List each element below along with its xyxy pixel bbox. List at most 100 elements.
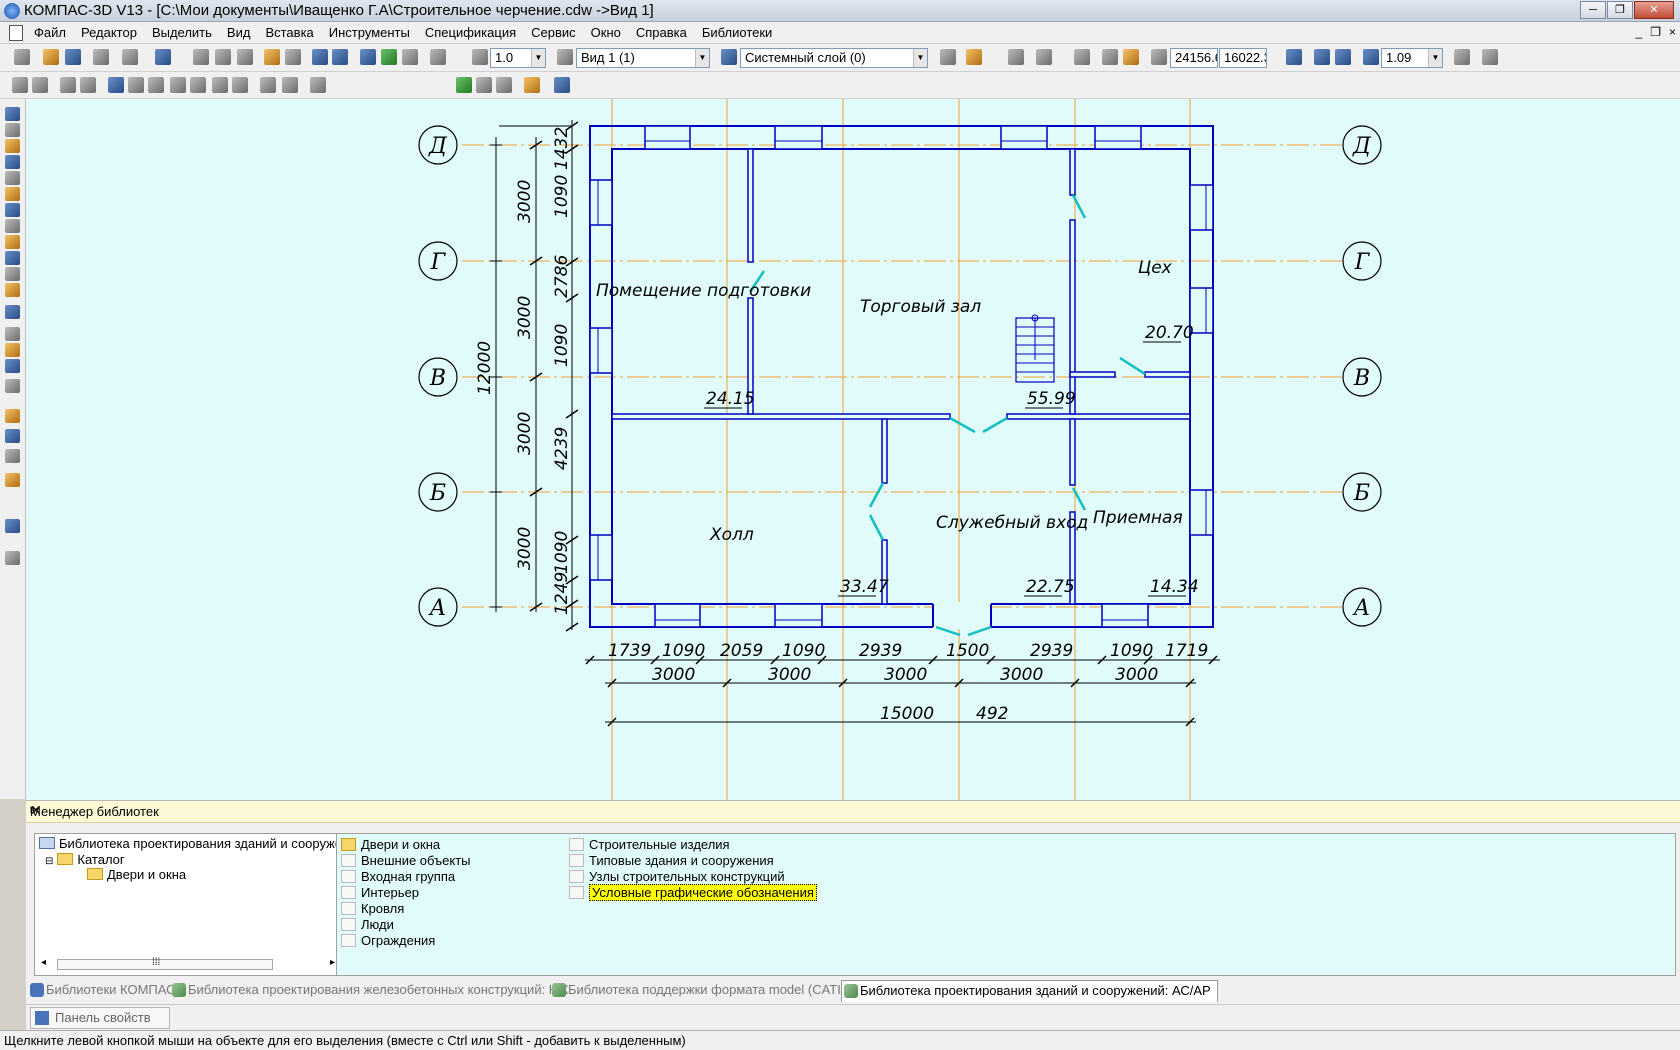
stairs-tool-icon[interactable] <box>5 379 20 393</box>
cut-icon[interactable] <box>193 49 209 65</box>
help-pointer-icon[interactable] <box>430 49 446 65</box>
mdi-minimize-button[interactable]: _ <box>1636 25 1643 39</box>
table-icon[interactable] <box>456 77 472 93</box>
delete-tool-icon[interactable] <box>5 449 20 463</box>
editing-icon[interactable] <box>5 155 20 169</box>
line-scale-select[interactable]: 1.0 ▼ <box>490 48 546 68</box>
drawing-canvas[interactable]: Д Д Г Г В В Б Б А А Помещение подготовки 24.15 Торго… <box>26 99 1680 800</box>
close-panel-icon[interactable]: ✕ <box>30 802 1674 819</box>
view-icon[interactable] <box>557 49 573 65</box>
properties-panel-button[interactable]: Панель свойств <box>30 1007 170 1029</box>
manager-tree-icon[interactable] <box>360 49 376 65</box>
menu-item[interactable]: Спецификация <box>425 25 516 40</box>
measure-icon[interactable] <box>5 187 20 201</box>
close-button[interactable]: ✕ <box>1634 1 1674 19</box>
library-list-item[interactable]: Входная группа <box>339 869 455 884</box>
properties-icon[interactable] <box>285 49 301 65</box>
window-object-icon[interactable] <box>128 77 144 93</box>
zoom-scale-icon[interactable] <box>1363 49 1379 65</box>
menu-item[interactable]: Вид <box>227 25 251 40</box>
paste-icon[interactable] <box>237 49 253 65</box>
spec-icon[interactable] <box>5 219 20 233</box>
axis-grid-icon[interactable] <box>60 77 76 93</box>
dimension-icon[interactable] <box>260 77 276 93</box>
wall-tool-icon[interactable] <box>5 327 20 341</box>
axis-marks-icon[interactable] <box>80 77 96 93</box>
stairs-icon[interactable] <box>170 77 186 93</box>
kompas-app-icon[interactable] <box>4 3 20 19</box>
snap-icon[interactable] <box>940 49 956 65</box>
zoom-in-icon[interactable] <box>1314 49 1330 65</box>
section-icon[interactable] <box>496 77 512 93</box>
library-list-item[interactable]: Узлы строительных конструкций <box>567 869 785 884</box>
library-tab[interactable]: Библиотека проектирования зданий и соору… <box>841 980 1218 1002</box>
column-icon[interactable] <box>212 77 228 93</box>
menu-item[interactable]: Файл <box>34 25 66 40</box>
tree-root-item[interactable]: Библиотека проектирования зданий и соору… <box>39 836 364 851</box>
room-marker-icon[interactable] <box>232 77 248 93</box>
insert-icon[interactable] <box>5 251 20 265</box>
sheet-icon[interactable] <box>524 77 540 93</box>
library-list-item[interactable]: Интерьер <box>339 885 419 900</box>
minimize-button[interactable]: ─ <box>1580 1 1606 19</box>
wall-icon[interactable] <box>108 77 124 93</box>
floor-plan[interactable]: Д Д Г Г В В Б Б А А Помещение подготовки 24.15 Торго… <box>26 99 1680 800</box>
library-list-item[interactable]: Типовые здания и сооружения <box>567 853 774 868</box>
library-list-item[interactable]: Ограждения <box>339 933 435 948</box>
layer-icon[interactable] <box>721 49 737 65</box>
construct-icon[interactable] <box>5 267 20 281</box>
menu-item[interactable]: Справка <box>636 25 687 40</box>
format-brush-icon[interactable] <box>264 49 280 65</box>
copy-icon[interactable] <box>215 49 231 65</box>
axes-icon[interactable] <box>32 77 48 93</box>
library-list-item[interactable]: Люди <box>339 917 394 932</box>
library-list-item[interactable]: Двери и окна <box>339 837 440 852</box>
ortho-icon[interactable] <box>1008 49 1024 65</box>
window-tool-icon[interactable] <box>5 343 20 357</box>
more-tool-icon[interactable] <box>5 473 20 487</box>
library-tab[interactable]: Библиотека поддержки формата model (CATI… <box>550 980 854 1002</box>
reports-icon[interactable] <box>5 235 20 249</box>
door-tool-icon[interactable] <box>5 359 20 373</box>
opening-icon[interactable] <box>190 77 206 93</box>
expand-tool-icon[interactable] <box>5 551 20 565</box>
grid-icon[interactable] <box>1036 49 1052 65</box>
document-icon[interactable] <box>9 25 23 41</box>
magnet-icon[interactable] <box>966 49 982 65</box>
restore-button[interactable]: ❐ <box>1607 1 1633 19</box>
menu-item[interactable]: Библиотеки <box>702 25 772 40</box>
round-icon[interactable] <box>1102 49 1118 65</box>
selection-icon[interactable] <box>5 203 20 217</box>
library-tab[interactable]: Библиотеки КОМПАС <box>28 980 176 1002</box>
new-document-icon[interactable] <box>14 49 30 65</box>
library-list-item[interactable]: Строительные изделия <box>567 837 730 852</box>
zoom-select[interactable]: 1.09 ▼ <box>1381 48 1443 68</box>
tree-horizontal-scrollbar[interactable]: ◂ ⁞⁞⁞ ▸ <box>39 957 337 972</box>
save-icon[interactable] <box>65 49 81 65</box>
cursor-coords-icon[interactable] <box>1151 49 1167 65</box>
zoom-out-icon[interactable] <box>1335 49 1351 65</box>
undo-icon[interactable] <box>312 49 328 65</box>
current-layer-select[interactable]: Системный слой (0) ▼ <box>740 48 928 68</box>
tree-doors-windows-item[interactable]: Двери и окна <box>87 867 186 882</box>
chain-dimension-icon[interactable] <box>282 77 298 93</box>
menu-item[interactable]: Инструменты <box>329 25 410 40</box>
marker-tool-icon[interactable] <box>5 409 20 423</box>
hatch-icon[interactable] <box>476 77 492 93</box>
zoom-window-icon[interactable] <box>1286 49 1302 65</box>
library-tab[interactable]: Библиотека проектирования железобетонных… <box>170 980 568 1002</box>
parametric-icon[interactable] <box>1123 49 1139 65</box>
library-list-item[interactable]: Условные графические обозначения <box>567 884 817 901</box>
pan-icon[interactable] <box>1454 49 1470 65</box>
grid-toggle-icon[interactable] <box>12 77 28 93</box>
manager-icon[interactable] <box>155 49 171 65</box>
menu-item[interactable]: Окно <box>591 25 621 40</box>
local-cs-icon[interactable] <box>1074 49 1090 65</box>
views-icon[interactable] <box>5 283 20 297</box>
menu-item[interactable]: Редактор <box>81 25 137 40</box>
library-list-item[interactable]: Внешние объекты <box>339 853 471 868</box>
menu-item[interactable]: Выделить <box>152 25 212 40</box>
line-scale-icon[interactable] <box>472 49 488 65</box>
preview-icon[interactable] <box>122 49 138 65</box>
print-icon[interactable] <box>93 49 109 65</box>
